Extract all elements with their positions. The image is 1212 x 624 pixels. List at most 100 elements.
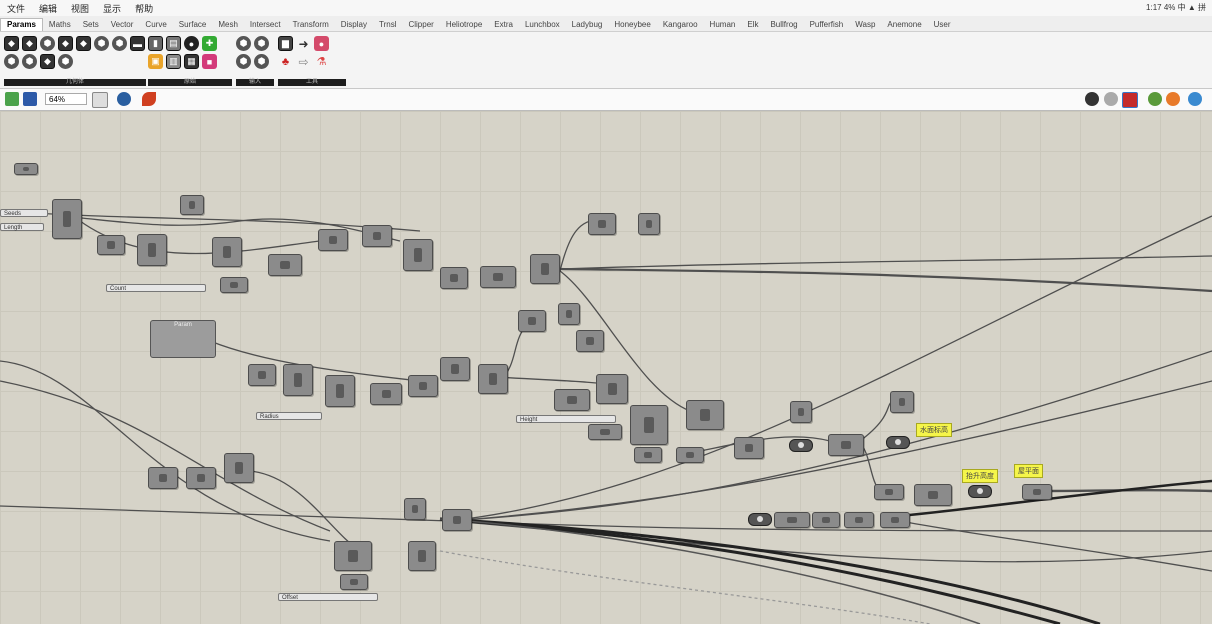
toggle-node[interactable] [789, 439, 813, 452]
preview-eye-icon[interactable] [117, 92, 131, 106]
component-node[interactable] [370, 383, 402, 405]
component-node[interactable] [408, 375, 438, 397]
tab-kangaroo[interactable]: Kangaroo [657, 19, 704, 31]
save-file-icon[interactable] [23, 92, 37, 106]
circle-icon[interactable]: ⬢ [40, 36, 55, 51]
tab-heliotrope[interactable]: Heliotrope [440, 19, 488, 31]
component-node[interactable] [480, 266, 516, 288]
tab-honeybee[interactable]: Honeybee [608, 19, 656, 31]
box-icon[interactable]: ◆ [40, 54, 55, 69]
component-node[interactable] [530, 254, 560, 284]
note-water-level[interactable]: 水面标高 [916, 423, 952, 437]
component-node[interactable] [596, 374, 628, 404]
menu-file[interactable]: 文件 [0, 2, 32, 15]
vector-icon[interactable]: ⬢ [112, 36, 127, 51]
colour-icon[interactable]: ✚ [202, 36, 217, 51]
component-node[interactable] [318, 229, 348, 251]
component-node[interactable] [880, 512, 910, 528]
tab-user[interactable]: User [928, 19, 957, 31]
component-node[interactable] [844, 512, 874, 528]
line-icon[interactable]: ◆ [58, 36, 73, 51]
arrow-outline-icon[interactable]: ⇨ [296, 54, 311, 69]
menu-display[interactable]: 显示 [96, 2, 128, 15]
preview-selected-icon[interactable] [1148, 92, 1162, 106]
tab-curve[interactable]: Curve [139, 19, 172, 31]
tab-maths[interactable]: Maths [43, 19, 77, 31]
slider-icon[interactable]: ⬢ [236, 36, 251, 51]
component-node[interactable] [408, 541, 436, 571]
tab-mesh[interactable]: Mesh [212, 19, 244, 31]
tab-ladybug[interactable]: Ladybug [566, 19, 609, 31]
mesh-settings-icon[interactable] [1166, 92, 1180, 106]
component-node[interactable] [325, 375, 355, 407]
note-roof-plan[interactable]: 屋平面 [1014, 464, 1043, 478]
integer-icon[interactable]: ▤ [166, 36, 181, 51]
plane-icon[interactable]: ⬢ [94, 36, 109, 51]
component-node[interactable] [634, 447, 662, 463]
domain-icon[interactable]: ▥ [166, 54, 181, 69]
component-node[interactable] [248, 364, 276, 386]
toggle-node[interactable] [748, 513, 772, 526]
component-node[interactable] [186, 467, 216, 489]
component-node[interactable] [268, 254, 302, 276]
tab-intersect[interactable]: Intersect [244, 19, 287, 31]
param-panel[interactable]: Param [150, 320, 216, 358]
text-icon[interactable]: ▣ [148, 54, 163, 69]
brep-icon[interactable]: ⬢ [4, 54, 19, 69]
component-node[interactable] [224, 453, 254, 483]
number-slider[interactable]: Count [106, 284, 206, 292]
component-node[interactable] [97, 235, 125, 255]
arc-icon[interactable]: ◆ [76, 36, 91, 51]
component-node[interactable] [212, 237, 242, 267]
tab-human[interactable]: Human [704, 19, 742, 31]
gradient-icon[interactable]: ● [314, 36, 329, 51]
component-node[interactable] [774, 512, 810, 528]
menu-help[interactable]: 帮助 [128, 2, 160, 15]
tab-lunchbox[interactable]: Lunchbox [519, 19, 566, 31]
arrow-right-icon[interactable]: ➜ [296, 36, 311, 51]
curve-icon[interactable]: ◆ [22, 36, 37, 51]
cluster-icon[interactable]: ▆ [278, 36, 293, 51]
component-node[interactable] [638, 213, 660, 235]
number-slider[interactable]: Seeds [0, 209, 48, 217]
panel-icon[interactable]: ⬢ [236, 54, 251, 69]
number-icon[interactable]: ● [184, 36, 199, 51]
boolean-icon[interactable]: ▮ [148, 36, 163, 51]
component-node[interactable] [283, 364, 313, 396]
wireframe-preview-icon[interactable] [1104, 92, 1118, 106]
flask-icon[interactable]: ⚗ [314, 54, 329, 69]
tab-pufferfish[interactable]: Pufferfish [804, 19, 850, 31]
component-node[interactable] [220, 277, 248, 293]
component-node[interactable] [630, 405, 668, 445]
component-node[interactable] [554, 389, 590, 411]
zoom-extents-icon[interactable] [92, 92, 108, 108]
tab-wasp[interactable]: Wasp [849, 19, 881, 31]
tab-extra[interactable]: Extra [488, 19, 519, 31]
component-node[interactable] [790, 401, 812, 423]
mesh-icon[interactable]: ⬢ [22, 54, 37, 69]
shaded-preview-icon[interactable] [1122, 92, 1138, 108]
component-node[interactable] [180, 195, 204, 215]
component-node[interactable] [1022, 484, 1052, 500]
tab-display[interactable]: Display [335, 19, 373, 31]
component-node[interactable] [588, 424, 622, 440]
field-icon[interactable]: ⬢ [58, 54, 73, 69]
component-node[interactable] [558, 303, 580, 325]
note-lift-height[interactable]: 抬升高度 [962, 469, 998, 483]
component-node[interactable] [440, 357, 470, 381]
point-icon[interactable]: ◆ [4, 36, 19, 51]
tab-trnsl[interactable]: Trnsl [373, 19, 402, 31]
component-node[interactable] [828, 434, 864, 456]
toggle-node[interactable] [886, 436, 910, 449]
component-node[interactable] [52, 199, 82, 239]
component-node[interactable] [403, 239, 433, 271]
tab-clipper[interactable]: Clipper [402, 19, 439, 31]
surface-icon[interactable]: ▬ [130, 36, 145, 51]
swatch-icon[interactable]: ⬢ [254, 54, 269, 69]
menu-view[interactable]: 视图 [64, 2, 96, 15]
component-node[interactable] [137, 234, 167, 266]
component-node[interactable] [686, 400, 724, 430]
component-node[interactable] [676, 447, 704, 463]
tab-vector[interactable]: Vector [105, 19, 140, 31]
tab-params[interactable]: Params [0, 18, 43, 31]
